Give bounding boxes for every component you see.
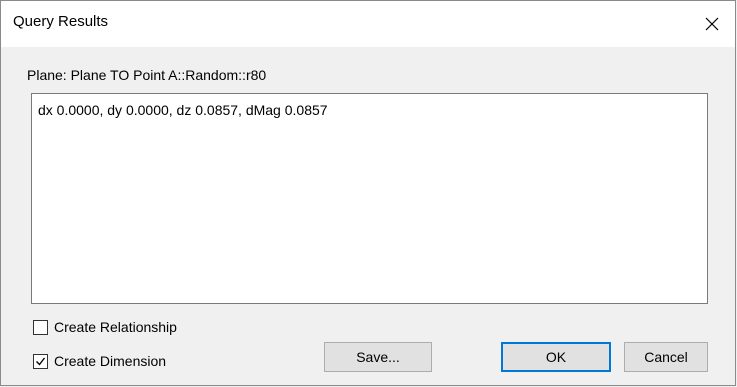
results-textbox[interactable]: dx 0.0000, dy 0.0000, dz 0.0857, dMag 0.… [31,93,708,304]
create-dimension-option[interactable]: Create Dimension [33,353,166,369]
checkmark-icon [36,357,46,366]
query-results-dialog: Query Results Plane: Plane TO Point A::R… [0,0,736,386]
close-button[interactable] [689,1,735,47]
cancel-button[interactable]: Cancel [624,342,708,372]
create-dimension-label: Create Dimension [54,353,167,369]
close-icon [705,17,719,31]
create-dimension-checkbox[interactable] [33,353,48,369]
create-relationship-label: Create Relationship [54,319,177,335]
create-relationship-option[interactable]: Create Relationship [33,319,177,335]
plane-caption: Plane: Plane TO Point A::Random::r80 [27,67,267,83]
ok-button[interactable]: OK [501,342,611,372]
create-relationship-checkbox[interactable] [33,319,48,335]
save-button[interactable]: Save... [324,342,432,372]
title-bar: Query Results [1,1,735,47]
dialog-title: Query Results [13,13,109,30]
